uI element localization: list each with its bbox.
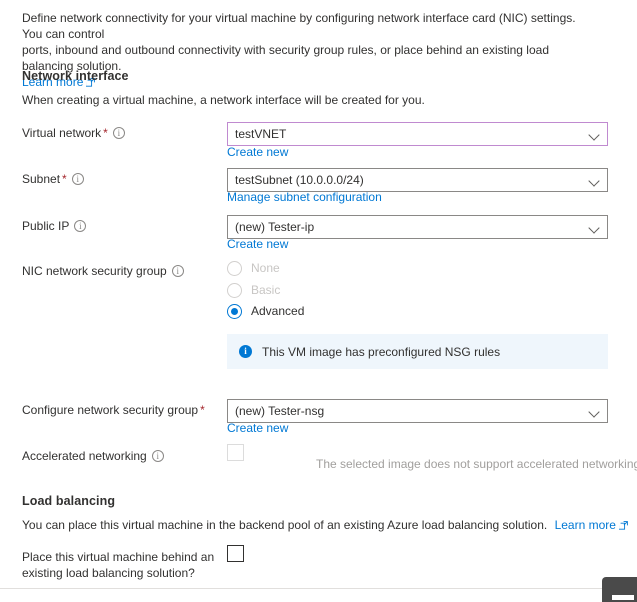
subnet-value: testSubnet (10.0.0.0/24) [235,173,364,187]
footer-divider [0,588,637,589]
configure-nsg-value: (new) Tester-nsg [235,404,324,418]
network-settings-page: Define network connectivity for your vir… [0,0,637,602]
virtual-network-info-icon[interactable] [113,127,125,139]
subnet-required-asterisk: * [62,172,67,186]
accelerated-networking-info-icon[interactable] [152,450,164,462]
nic-nsg-option-basic-label: Basic [251,283,280,297]
configure-nsg-dropdown[interactable]: (new) Tester-nsg [227,399,608,423]
subnet-info-icon[interactable] [72,173,84,185]
chevron-down-icon [590,177,599,186]
configure-nsg-label-text: Configure network security group [22,403,198,417]
chevron-down-icon [590,408,599,417]
nic-nsg-label-text: NIC network security group [22,264,167,278]
nic-nsg-option-basic[interactable]: Basic [227,280,280,300]
subnet-label: Subnet* [22,172,84,186]
radio-advanced[interactable] [227,304,242,319]
load-balancing-heading: Load balancing [22,494,115,508]
public-ip-label: Public IP [22,219,86,233]
radio-basic[interactable] [227,283,242,298]
virtual-network-create-new-link[interactable]: Create new [227,145,288,159]
radio-none[interactable] [227,261,242,276]
nsg-info-banner: This VM image has preconfigured NSG rule… [227,334,608,369]
chevron-down-icon [590,224,599,233]
public-ip-label-text: Public IP [22,219,69,233]
nic-nsg-label: NIC network security group [22,264,184,278]
configure-nsg-required-asterisk: * [200,403,205,417]
virtual-network-label: Virtual network* [22,126,125,140]
virtual-network-required-asterisk: * [103,126,108,140]
load-balancing-checkbox[interactable] [227,545,244,562]
network-interface-heading: Network interface [22,69,129,83]
nic-nsg-option-none-label: None [251,261,280,275]
public-ip-value: (new) Tester-ip [235,220,314,234]
load-balancing-checkbox-label-line1: Place this virtual machine behind an [22,550,214,564]
accelerated-networking-label: Accelerated networking [22,449,164,463]
load-balancing-learn-more-link[interactable]: Learn more [555,518,628,532]
chevron-down-icon [590,131,599,140]
subnet-label-text: Subnet [22,172,60,186]
load-balancing-checkbox-label-line2: existing load balancing solution? [22,566,195,580]
virtual-network-value: testVNET [235,127,286,141]
accelerated-networking-checkbox [227,444,244,461]
accelerated-networking-hint: The selected image does not support acce… [316,457,637,471]
configure-nsg-label: Configure network security group* [22,403,205,417]
nic-nsg-option-none[interactable]: None [227,258,280,278]
intro-line-1: Define network connectivity for your vir… [22,10,594,42]
manage-subnet-configuration-link[interactable]: Manage subnet configuration [227,190,382,204]
load-balancing-learn-more-label: Learn more [555,518,616,532]
network-interface-description: When creating a virtual machine, a netwo… [22,92,425,108]
configure-nsg-create-new-link[interactable]: Create new [227,421,288,435]
nic-nsg-option-advanced[interactable]: Advanced [227,301,304,321]
accelerated-networking-label-text: Accelerated networking [22,449,147,463]
virtual-network-label-text: Virtual network [22,126,101,140]
external-link-icon [619,518,628,534]
public-ip-info-icon[interactable] [74,220,86,232]
public-ip-dropdown[interactable]: (new) Tester-ip [227,215,608,239]
nsg-info-banner-text: This VM image has preconfigured NSG rule… [262,345,500,359]
nic-nsg-info-icon[interactable] [172,265,184,277]
load-balancing-description-row: You can place this virtual machine in th… [22,517,628,534]
info-circle-icon [239,345,252,358]
virtual-network-dropdown[interactable]: testVNET [227,122,608,146]
subnet-dropdown[interactable]: testSubnet (10.0.0.0/24) [227,168,608,192]
nic-nsg-option-advanced-label: Advanced [251,304,304,318]
load-balancing-description: You can place this virtual machine in th… [22,518,547,532]
load-balancing-checkbox-label: Place this virtual machine behind an exi… [22,549,214,581]
corner-overlay-notch [612,595,634,600]
public-ip-create-new-link[interactable]: Create new [227,237,288,251]
